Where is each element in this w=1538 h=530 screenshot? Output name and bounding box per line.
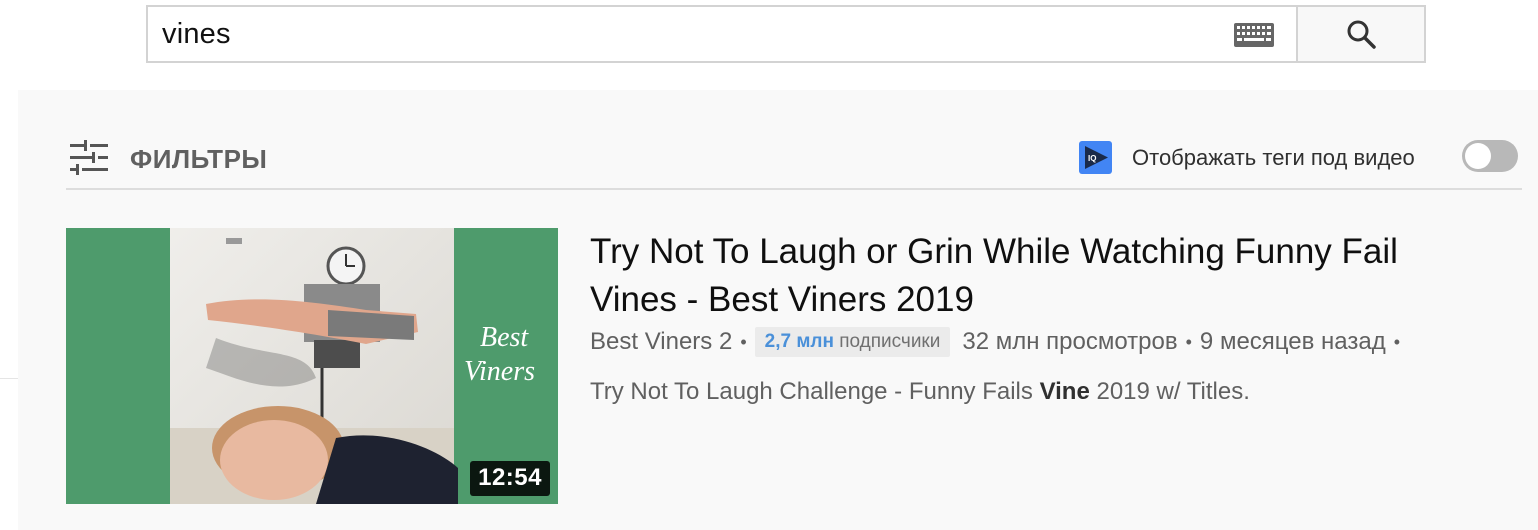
filters-row: ФИЛЬТРЫ IQ Отображать теги под видео — [66, 130, 1522, 190]
search-bar: vines — [146, 5, 1426, 63]
description-start: Try Not To Laugh Challenge - Funny Fails — [590, 378, 1040, 405]
filters-icon[interactable] — [70, 140, 108, 176]
search-input[interactable]: vines — [146, 5, 1296, 63]
search-query-text: vines — [162, 17, 231, 50]
subscriber-chip: 2,7 млн подписчики — [754, 327, 951, 357]
thumbnail-text-viners: Viners — [464, 356, 535, 387]
divider — [0, 378, 18, 379]
iq-badge-icon: IQ — [1079, 141, 1112, 174]
show-tags-toggle[interactable] — [1462, 140, 1518, 172]
separator-dot: • — [1393, 331, 1401, 352]
upload-age: 9 месяцев назад — [1199, 328, 1386, 355]
description-end: 2019 w/ Titles. — [1089, 378, 1250, 405]
thumbnail-text-best: Best — [480, 322, 529, 353]
subscriber-label: подписчики — [839, 331, 941, 352]
toggle-knob — [1465, 143, 1491, 169]
svg-text:IQ: IQ — [1088, 154, 1096, 163]
filters-label[interactable]: ФИЛЬТРЫ — [130, 144, 267, 175]
view-count: 32 млн просмотров — [962, 328, 1178, 355]
separator-dot: • — [1185, 331, 1192, 352]
video-description: Try Not To Laugh Challenge - Funny Fails… — [590, 378, 1250, 406]
subscriber-count: 2,7 млн — [764, 331, 834, 352]
channel-name[interactable]: Best Viners 2 — [590, 328, 732, 356]
show-tags-label: Отображать теги под видео — [1132, 145, 1415, 170]
description-highlight: Vine — [1039, 378, 1090, 405]
results-panel: ФИЛЬТРЫ IQ Отображать теги под видео Bes… — [18, 90, 1538, 530]
separator-dot: • — [740, 331, 747, 352]
search-icon — [1347, 20, 1376, 49]
keyboard-icon[interactable] — [1234, 23, 1274, 47]
video-thumbnail[interactable]: Best Viners 12:54 — [66, 228, 558, 504]
video-meta: Best Viners 2 • 2,7 млн подписчики 32 мл… — [590, 324, 1408, 360]
search-button[interactable] — [1296, 5, 1426, 63]
video-title[interactable]: Try Not To Laugh or Grin While Watching … — [590, 228, 1470, 324]
video-duration: 12:54 — [470, 461, 550, 496]
